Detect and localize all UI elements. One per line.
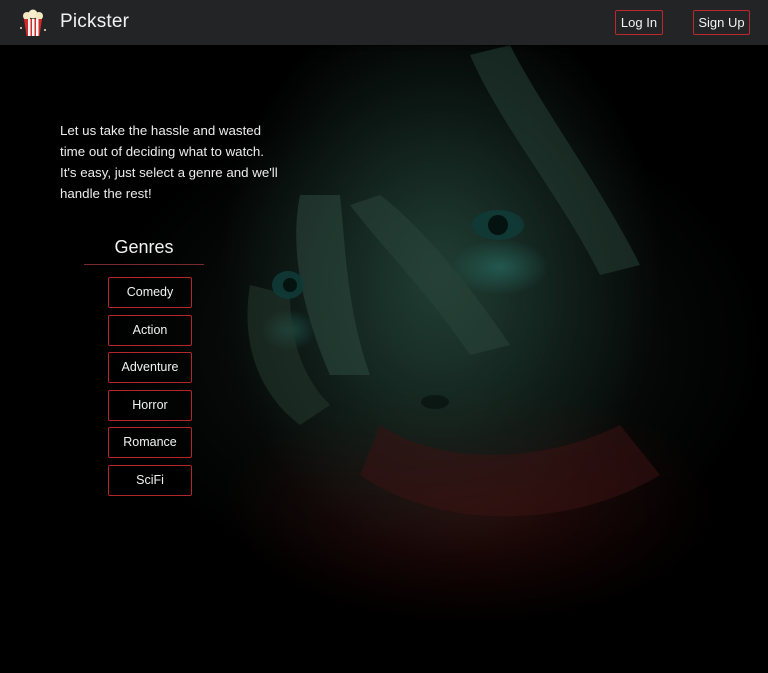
login-button[interactable]: Log In <box>615 10 663 35</box>
page: Pickster Log In Sign Up Let us take the … <box>0 0 768 673</box>
intro-tagline: Let us take the hassle and wasted time o… <box>60 123 278 201</box>
genre-button-adventure[interactable]: Adventure <box>108 352 192 384</box>
genres-divider <box>84 264 204 265</box>
genre-button-romance[interactable]: Romance <box>108 427 192 459</box>
genre-button-comedy[interactable]: Comedy <box>108 277 192 308</box>
genres-heading: Genres <box>114 237 174 257</box>
signup-button[interactable]: Sign Up <box>693 10 750 35</box>
genre-button-horror[interactable]: Horror <box>108 389 192 421</box>
top-navbar: Pickster Log In Sign Up <box>0 0 768 45</box>
genre-button-scifi[interactable]: SciFi <box>108 464 192 496</box>
popcorn-icon[interactable] <box>18 8 48 38</box>
brand-name[interactable]: Pickster <box>60 11 129 33</box>
genre-button-action[interactable]: Action <box>108 314 192 346</box>
genre-list: Comedy Action Adventure Horror Romance S… <box>108 277 192 503</box>
